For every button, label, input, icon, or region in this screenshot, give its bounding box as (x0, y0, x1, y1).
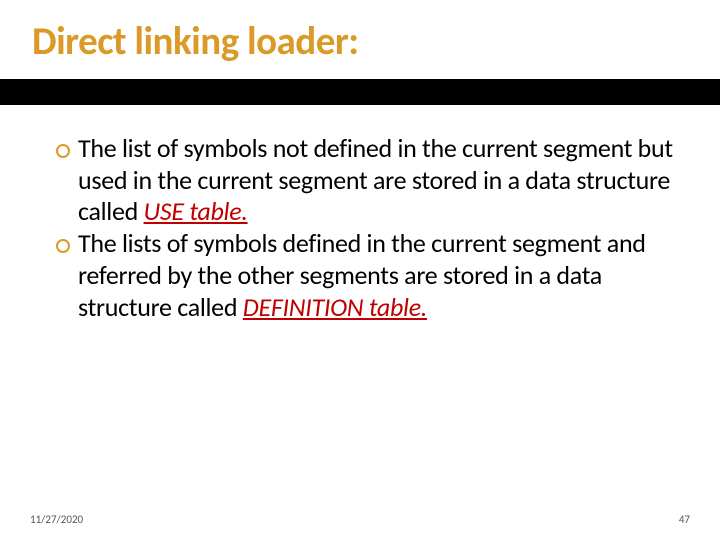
bullet-emphasis: USE table. (144, 195, 248, 227)
circle-bullet-icon (56, 239, 70, 253)
content-area: The list of symbols not defined in the c… (0, 105, 720, 323)
title-divider (0, 79, 720, 105)
bullet-text: The list of symbols not defined in the c… (78, 133, 676, 228)
bullet-text: The lists of symbols defined in the curr… (78, 228, 676, 323)
bullet-emphasis: DEFINITION table. (243, 291, 427, 323)
title-area: Direct linking loader: (0, 0, 720, 75)
footer: 11/27/2020 47 (0, 513, 720, 526)
footer-date: 11/27/2020 (30, 513, 83, 526)
bullet-item: The lists of symbols defined in the curr… (56, 228, 676, 323)
footer-page-number: 47 (679, 513, 690, 526)
slide-title: Direct linking loader: (32, 18, 688, 65)
bullet-item: The list of symbols not defined in the c… (56, 133, 676, 228)
circle-bullet-icon (56, 144, 70, 158)
